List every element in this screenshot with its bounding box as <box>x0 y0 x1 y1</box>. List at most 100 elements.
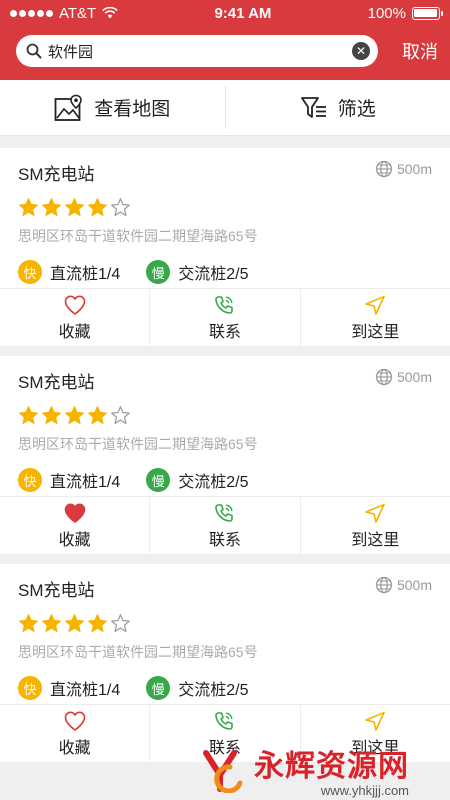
navigate-label: 到这里 <box>351 531 400 549</box>
station-name: SM充电站 <box>18 581 95 600</box>
rating-stars <box>18 197 432 218</box>
star-filled-icon <box>88 614 107 632</box>
watermark-logo-icon <box>203 750 243 793</box>
signal-icon <box>10 9 53 17</box>
toolbar: 查看地图 筛选 <box>0 80 450 136</box>
phone-icon <box>215 295 233 314</box>
star-filled-icon <box>88 198 107 216</box>
fast-charger: 快 直流桩1/4 <box>18 260 120 284</box>
cancel-button[interactable]: 取消 <box>402 38 438 64</box>
favorite-button[interactable]: 收藏 <box>0 289 149 346</box>
contact-button[interactable]: 联系 <box>149 497 299 554</box>
navigate-label: 到这里 <box>351 323 400 341</box>
heart-icon <box>64 295 85 315</box>
distance-label: 500m <box>396 369 432 385</box>
globe-icon <box>375 576 393 594</box>
heart-icon <box>64 711 85 731</box>
favorite-button[interactable]: 收藏 <box>0 497 149 554</box>
station-card[interactable]: SM充电站 500m 思明区环岛干道软件园二期望海路65号 快 直流桩1/4 慢… <box>0 356 450 554</box>
station-name: SM充电站 <box>18 373 95 392</box>
wifi-icon <box>102 7 118 19</box>
fast-charger-label: 直流桩1/4 <box>50 682 121 699</box>
phone-icon <box>215 503 233 522</box>
slow-charger: 慢 交流桩2/5 <box>146 676 249 700</box>
star-empty-icon <box>111 406 130 424</box>
battery-label: 100% <box>367 4 406 22</box>
star-filled-icon <box>42 406 61 424</box>
station-actions: 收藏 联系 到这里 <box>0 496 450 554</box>
charger-availability: 快 直流桩1/4 慢 交流桩2/5 <box>18 676 432 700</box>
fast-charger-label: 直流桩1/4 <box>50 266 121 283</box>
star-filled-icon <box>88 406 107 424</box>
distance: 500m <box>375 368 432 386</box>
fast-badge: 快 <box>18 468 42 492</box>
station-info: SM充电站 500m 思明区环岛干道软件园二期望海路65号 快 直流桩1/4 慢… <box>0 564 450 704</box>
rating-stars <box>18 405 432 426</box>
watermark: 永辉资源网 www.yhkjjj.com <box>200 738 450 800</box>
watermark-title: 永辉资源网 <box>254 749 409 783</box>
fast-charger: 快 直流桩1/4 <box>18 468 120 492</box>
slow-charger: 慢 交流桩2/5 <box>146 260 249 284</box>
fast-charger: 快 直流桩1/4 <box>18 676 120 700</box>
station-address: 思明区环岛干道软件园二期望海路65号 <box>18 228 258 244</box>
slow-badge: 慢 <box>146 468 171 492</box>
star-filled-icon <box>65 614 84 632</box>
rating-stars <box>18 613 432 634</box>
station-info: SM充电站 500m 思明区环岛干道软件园二期望海路65号 快 直流桩1/4 慢… <box>0 148 450 288</box>
station-actions: 收藏 联系 到这里 <box>0 288 450 346</box>
distance: 500m <box>375 160 432 178</box>
station-list: SM充电站 500m 思明区环岛干道软件园二期望海路65号 快 直流桩1/4 慢… <box>0 148 450 762</box>
distance: 500m <box>375 576 432 594</box>
header: AT&T 9:41 AM 100% ✕ 取消 <box>0 0 450 80</box>
clock: 9:41 AM <box>214 4 272 22</box>
heart-icon <box>64 503 85 523</box>
station-info: SM充电站 500m 思明区环岛干道软件园二期望海路65号 快 直流桩1/4 慢… <box>0 356 450 496</box>
navigate-icon <box>365 295 386 315</box>
fast-charger-label: 直流桩1/4 <box>50 474 121 491</box>
search-row: ✕ 取消 <box>0 26 450 76</box>
status-bar: AT&T 9:41 AM 100% <box>0 0 450 26</box>
slow-charger-label: 交流桩2/5 <box>178 266 249 283</box>
star-filled-icon <box>19 614 38 632</box>
filter-button[interactable]: 筛选 <box>226 80 450 135</box>
view-map-label: 查看地图 <box>94 99 171 120</box>
search-icon <box>26 43 42 59</box>
station-address: 思明区环岛干道软件园二期望海路65号 <box>18 644 258 660</box>
distance-label: 500m <box>396 161 432 177</box>
globe-icon <box>375 160 393 178</box>
navigate-icon <box>365 711 386 731</box>
star-filled-icon <box>19 406 38 424</box>
slow-badge: 慢 <box>146 260 171 284</box>
star-empty-icon <box>111 198 130 216</box>
charger-availability: 快 直流桩1/4 慢 交流桩2/5 <box>18 260 432 284</box>
star-filled-icon <box>19 198 38 216</box>
slow-charger-label: 交流桩2/5 <box>178 474 249 491</box>
view-map-button[interactable]: 查看地图 <box>0 80 225 135</box>
contact-button[interactable]: 联系 <box>149 289 299 346</box>
slow-charger-label: 交流桩2/5 <box>178 682 249 699</box>
phone-icon <box>215 711 233 730</box>
favorite-button[interactable]: 收藏 <box>0 705 149 762</box>
favorite-label: 收藏 <box>58 531 91 549</box>
battery-icon <box>411 6 443 20</box>
fast-badge: 快 <box>18 260 42 284</box>
watermark-url: www.yhkjjj.com <box>320 782 409 798</box>
search-box[interactable]: ✕ <box>16 35 378 67</box>
favorite-label: 收藏 <box>58 739 91 757</box>
navigate-button[interactable]: 到这里 <box>299 497 450 554</box>
map-icon <box>54 94 83 121</box>
station-card[interactable]: SM充电站 500m 思明区环岛干道软件园二期望海路65号 快 直流桩1/4 慢… <box>0 564 450 762</box>
search-input[interactable] <box>48 42 352 60</box>
star-filled-icon <box>65 198 84 216</box>
star-empty-icon <box>111 614 130 632</box>
favorite-label: 收藏 <box>58 323 91 341</box>
station-address: 思明区环岛干道软件园二期望海路65号 <box>18 436 258 452</box>
globe-icon <box>375 368 393 386</box>
star-filled-icon <box>42 614 61 632</box>
navigate-button[interactable]: 到这里 <box>299 289 450 346</box>
star-filled-icon <box>42 198 61 216</box>
slow-badge: 慢 <box>146 676 171 700</box>
distance-label: 500m <box>396 577 432 593</box>
clear-search-icon[interactable]: ✕ <box>352 42 370 60</box>
station-card[interactable]: SM充电站 500m 思明区环岛干道软件园二期望海路65号 快 直流桩1/4 慢… <box>0 148 450 346</box>
